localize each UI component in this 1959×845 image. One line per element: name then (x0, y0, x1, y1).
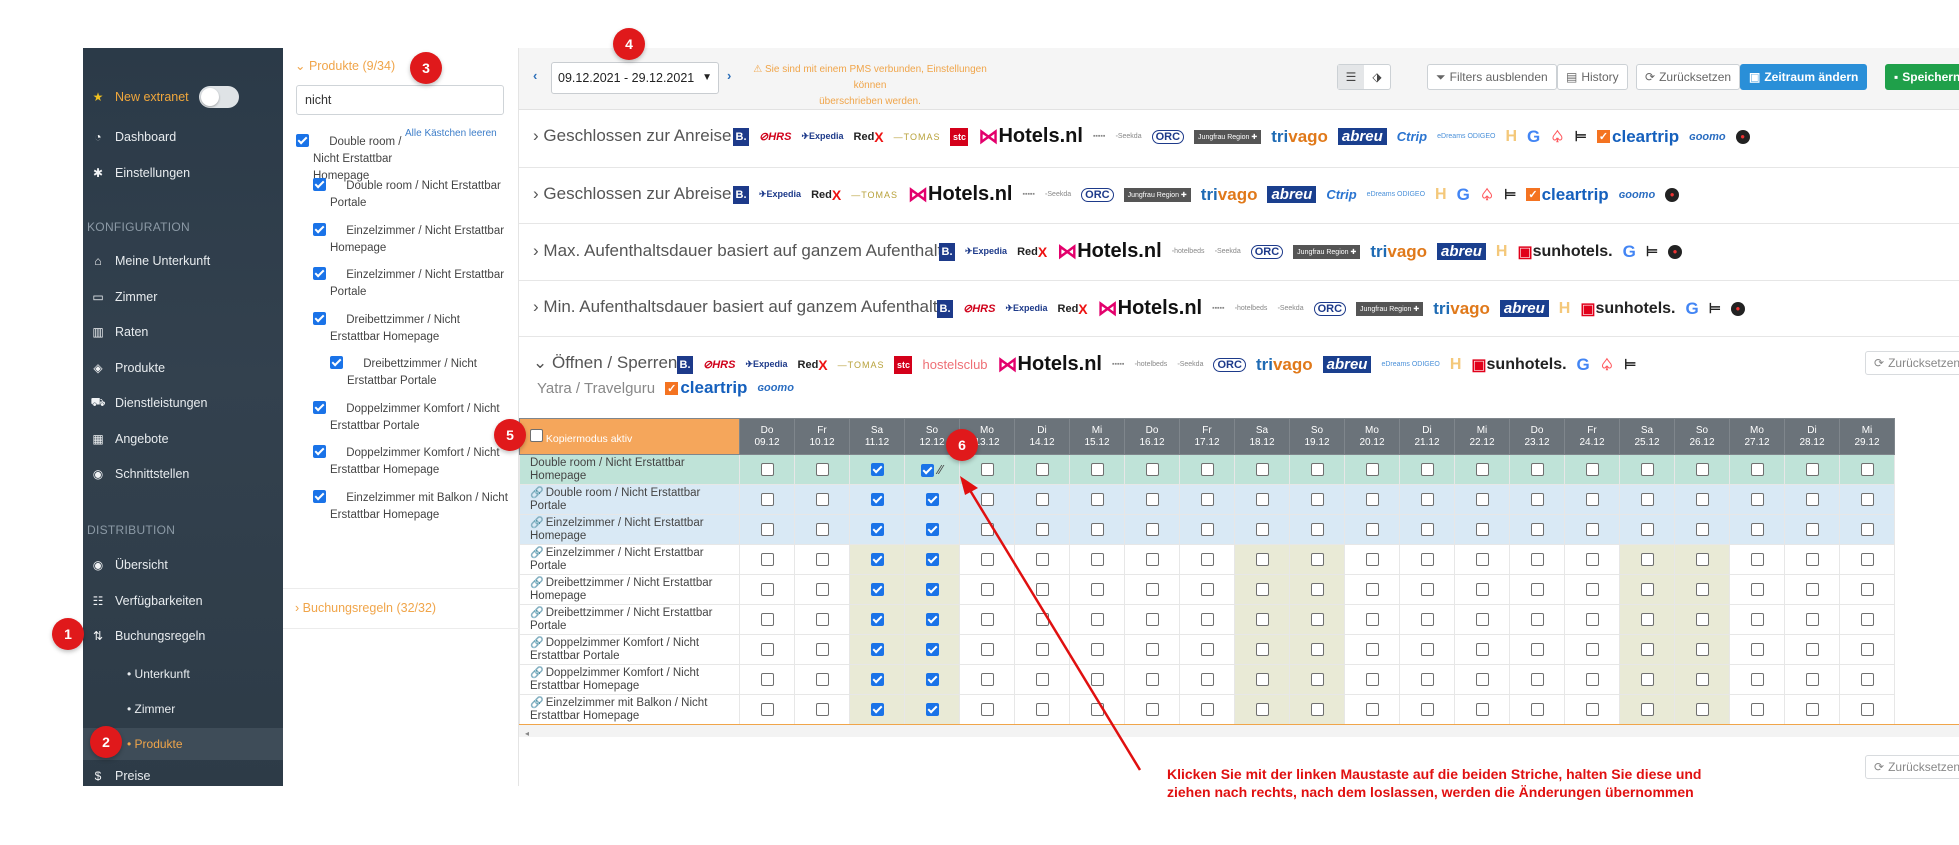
annotation-arrow (960, 476, 1142, 771)
annotation-badge-1: 1 (52, 618, 84, 650)
annotation-badge-5: 5 (494, 419, 526, 451)
annotation-badge-2: 2 (90, 726, 122, 758)
annotation-badge-6: 6 (946, 429, 978, 461)
annotation-badge-3: 3 (410, 52, 442, 84)
annotation-badge-4: 4 (613, 28, 645, 60)
instruction-text: Klicken Sie mit der linken Maustaste auf… (1167, 766, 1702, 800)
